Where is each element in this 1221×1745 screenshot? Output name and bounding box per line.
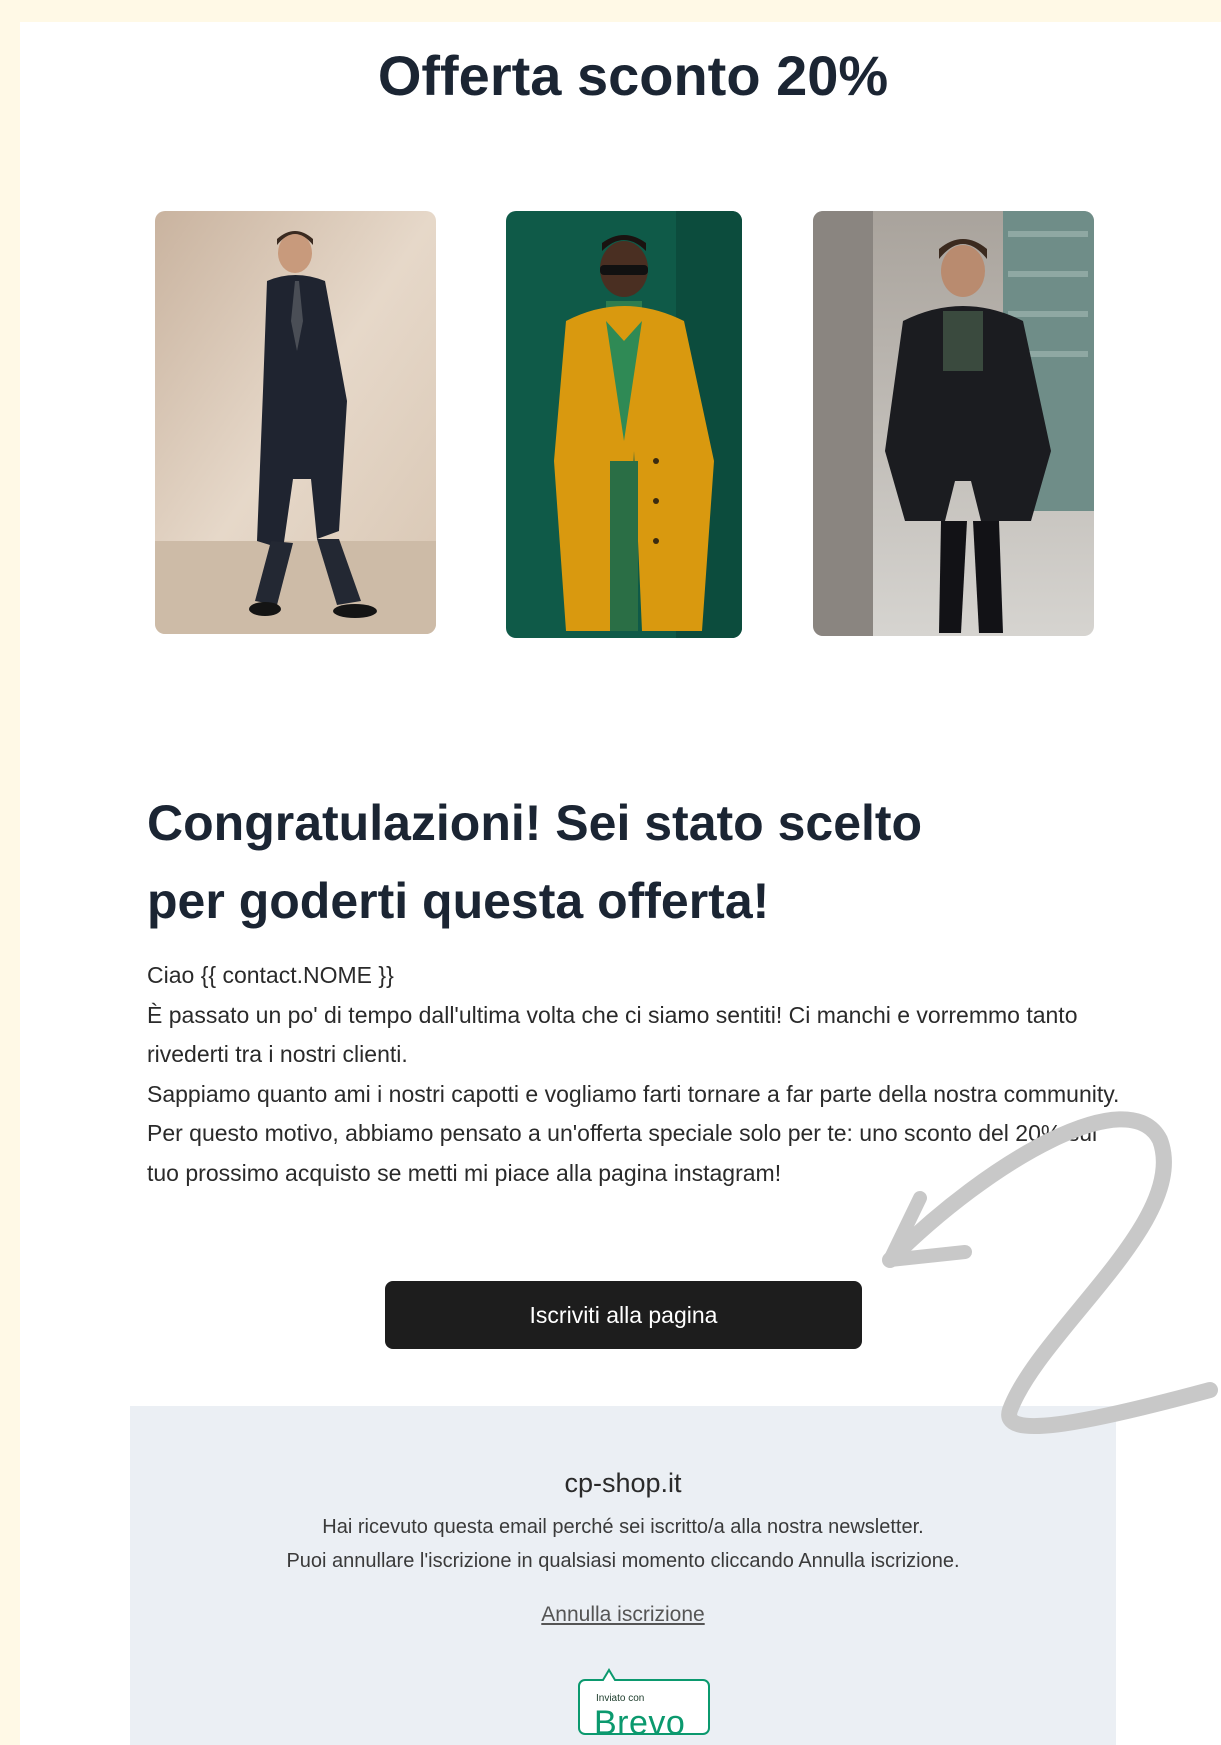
- body-paragraph-1: È passato un po' di tempo dall'ultima vo…: [147, 1001, 1078, 1068]
- email-container: Offerta sconto 20% Congratulazioni! Sei …: [20, 22, 1221, 1745]
- footer-notice-line-1: Hai ricevuto questa email perché sei isc…: [322, 1516, 924, 1538]
- email-body: Ciao {{ contact.NOME }} È passato un po'…: [147, 956, 1127, 1193]
- congratulations-title: Congratulazioni! Sei stato scelto per go…: [147, 784, 1107, 940]
- greeting: Ciao {{ contact.NOME }}: [147, 962, 394, 988]
- footer-notice-line-2: Puoi annullare l'iscrizione in qualsiasi…: [286, 1550, 960, 1572]
- brevo-sent-with: Inviato con: [596, 1693, 645, 1704]
- brevo-logo: Brevo: [594, 1704, 686, 1742]
- subscribe-page-button[interactable]: Iscriviti alla pagina: [385, 1281, 862, 1349]
- product-photo-mustard-coat: [506, 211, 742, 638]
- title-line-2: per goderti questa offerta!: [147, 873, 770, 929]
- product-photo-black-short-coat: [813, 211, 1094, 636]
- page-top-strip: [0, 0, 1221, 22]
- product-photo-black-long-coat: [155, 211, 436, 634]
- footer-site-name: cp-shop.it: [564, 1468, 682, 1498]
- body-paragraph-2: Sappiamo quanto ami i nostri capotti e v…: [147, 1080, 1120, 1186]
- offer-headline: Offerta sconto 20%: [377, 44, 889, 107]
- unsubscribe-link[interactable]: Annulla iscrizione: [130, 1603, 1116, 1627]
- brevo-badge[interactable]: Inviato con Brevo: [577, 1668, 711, 1742]
- email-footer: cp-shop.it Hai ricevuto questa email per…: [130, 1406, 1116, 1745]
- title-line-1: Congratulazioni! Sei stato scelto: [147, 795, 923, 851]
- footer-notice: Hai ricevuto questa email perché sei isc…: [130, 1510, 1116, 1578]
